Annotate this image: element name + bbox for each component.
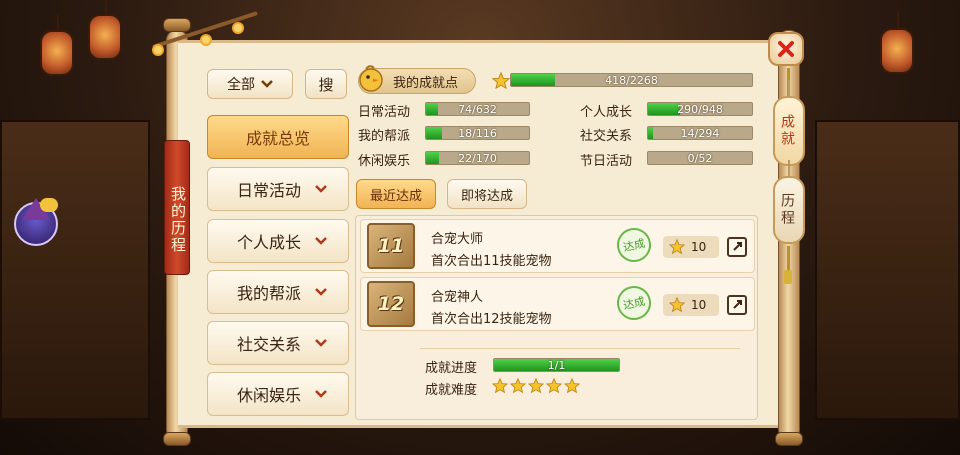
filter-dropdown[interactable]: 全部 bbox=[207, 69, 293, 99]
star-icon bbox=[546, 378, 562, 394]
achievement-name: 合宠神人 bbox=[431, 290, 484, 305]
menu-item-daily[interactable]: 日常活动 bbox=[207, 167, 349, 211]
menu-item-label: 个人成长 bbox=[236, 233, 301, 252]
achievement-name: 合宠大师 bbox=[431, 232, 484, 247]
total-progress-bar: 418/2268 bbox=[510, 73, 753, 87]
category-progress-bar: 290/948 bbox=[647, 102, 753, 116]
flower-icon bbox=[232, 22, 244, 34]
category-label: 节日活动 bbox=[580, 154, 633, 169]
category-label: 社交关系 bbox=[580, 129, 633, 144]
completed-stamp: 达成 bbox=[613, 282, 655, 324]
flower-icon bbox=[152, 44, 164, 56]
menu-item-leisure[interactable]: 休闲娱乐 bbox=[207, 372, 349, 416]
star-icon bbox=[528, 378, 544, 394]
share-button[interactable] bbox=[727, 295, 747, 315]
category-progress-bar: 14/294 bbox=[647, 126, 753, 140]
category-label: 日常活动 bbox=[358, 105, 411, 120]
menu-item-label: 休闲娱乐 bbox=[236, 386, 301, 405]
close-button[interactable] bbox=[768, 32, 804, 66]
scroll-cap bbox=[163, 18, 191, 32]
share-icon bbox=[733, 242, 742, 251]
tab-recent[interactable]: 最近达成 bbox=[356, 179, 436, 209]
detail-progress-text: 1/1 bbox=[547, 359, 566, 372]
background-shelf-right bbox=[815, 120, 960, 420]
menu-item-social[interactable]: 社交关系 bbox=[207, 321, 349, 365]
achievement-row[interactable]: 12 合宠神人 首次合出12技能宠物 达成 10 bbox=[360, 277, 755, 331]
achievement-badge: 12 bbox=[367, 281, 415, 327]
points-value: 10 bbox=[691, 298, 707, 312]
share-icon bbox=[733, 300, 742, 309]
tassel-decoration bbox=[787, 246, 790, 272]
chevron-down-icon bbox=[315, 288, 327, 296]
background-shelf-left bbox=[0, 120, 150, 420]
category-label: 休闲娱乐 bbox=[358, 154, 411, 169]
achievement-badge: 11 bbox=[367, 223, 415, 269]
chevron-down-icon bbox=[315, 390, 327, 398]
menu-item-label: 我的帮派 bbox=[236, 284, 301, 303]
category-label: 个人成长 bbox=[580, 105, 633, 120]
lantern-icon bbox=[88, 0, 122, 60]
menu-item-label: 社交关系 bbox=[236, 335, 301, 354]
star-icon bbox=[669, 297, 685, 313]
chevron-down-icon bbox=[315, 237, 327, 245]
tab-upcoming[interactable]: 即将达成 bbox=[447, 179, 527, 209]
filter-label: 全部 bbox=[227, 77, 255, 93]
category-progress-text: 0/52 bbox=[687, 152, 713, 165]
scroll-cap bbox=[163, 432, 191, 446]
sidebar-banner: 我的历程 bbox=[164, 140, 190, 275]
category-progress-bar: 0/52 bbox=[647, 151, 753, 165]
chick-mascot-icon bbox=[359, 65, 383, 92]
star-icon bbox=[669, 239, 685, 255]
star-icon bbox=[492, 72, 510, 90]
completed-stamp: 达成 bbox=[613, 224, 655, 266]
menu-item-growth[interactable]: 个人成长 bbox=[207, 219, 349, 263]
category-progress-bar: 22/170 bbox=[425, 151, 530, 165]
category-progress-bar: 18/116 bbox=[425, 126, 530, 140]
category-progress-bar: 74/632 bbox=[425, 102, 530, 116]
menu-item-guild[interactable]: 我的帮派 bbox=[207, 270, 349, 314]
achievement-desc: 首次合出12技能宠物 bbox=[431, 312, 552, 327]
achievement-points: 10 bbox=[663, 294, 719, 316]
category-progress-text: 22/170 bbox=[458, 152, 497, 165]
share-button[interactable] bbox=[727, 237, 747, 257]
close-icon bbox=[778, 41, 794, 57]
flower-icon bbox=[200, 34, 212, 46]
achievement-desc: 首次合出11技能宠物 bbox=[431, 254, 552, 269]
menu-item-label: 成就总览 bbox=[245, 129, 310, 148]
tab-achievements[interactable]: 成就 bbox=[773, 80, 805, 166]
achievement-points: 10 bbox=[663, 236, 719, 258]
chevron-down-icon bbox=[261, 80, 273, 88]
category-progress-text: 14/294 bbox=[680, 127, 720, 140]
tab-history[interactable]: 历程 bbox=[773, 160, 805, 244]
star-icon bbox=[510, 378, 526, 394]
lantern-icon bbox=[40, 14, 74, 76]
scroll-cap bbox=[775, 432, 803, 446]
star-icon bbox=[492, 378, 508, 394]
menu-item-label: 日常活动 bbox=[236, 181, 301, 200]
category-label: 我的帮派 bbox=[358, 129, 411, 144]
achievement-row[interactable]: 11 合宠大师 首次合出11技能宠物 达成 10 bbox=[360, 219, 755, 273]
detail-progress-bar: 1/1 bbox=[493, 358, 620, 372]
category-progress-text: 290/948 bbox=[677, 103, 723, 116]
chevron-down-icon bbox=[315, 339, 327, 347]
category-progress-text: 74/632 bbox=[458, 103, 497, 116]
tassel-decoration bbox=[784, 270, 792, 284]
divider bbox=[420, 348, 740, 349]
chat-bubble-icon[interactable] bbox=[40, 198, 58, 212]
category-progress-text: 18/116 bbox=[458, 127, 497, 140]
progress-label: 成就进度 bbox=[425, 361, 478, 376]
search-button[interactable]: 搜 bbox=[305, 69, 347, 99]
points-value: 10 bbox=[691, 240, 707, 254]
total-progress-text: 418/2268 bbox=[605, 74, 658, 87]
chevron-down-icon bbox=[315, 185, 327, 193]
difficulty-label: 成就难度 bbox=[425, 383, 478, 398]
difficulty-stars bbox=[492, 378, 580, 394]
menu-item-overview[interactable]: 成就总览 bbox=[207, 115, 349, 159]
lantern-icon bbox=[880, 12, 914, 74]
star-icon bbox=[564, 378, 580, 394]
